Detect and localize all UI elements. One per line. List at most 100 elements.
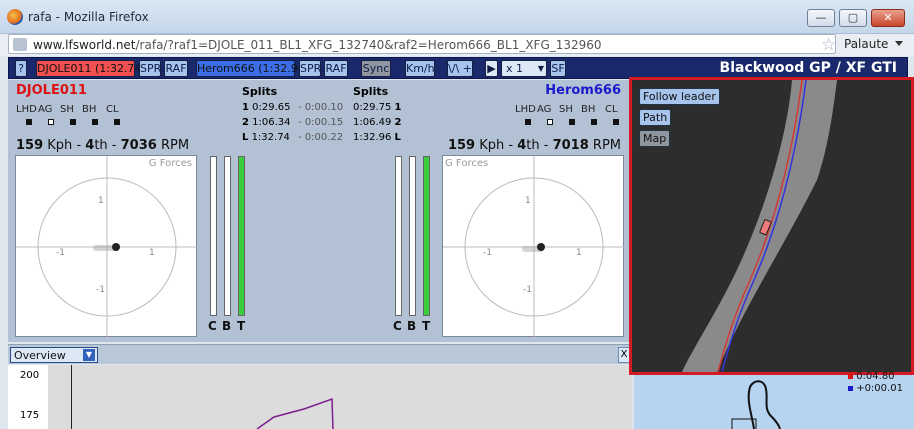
track-map-svg [682,80,837,372]
firefox-icon [7,9,23,25]
indicator-light [525,119,531,125]
playback-speed-value: x 1 [506,62,524,75]
window-titlebar: rafa - Mozilla Firefox — ▢ ✕ [0,0,914,34]
overview-select-value: Overview [14,349,66,362]
driver2-gforce-plot: G Forces 1 -1 -1 1 [442,155,625,338]
bar-label: B [222,319,232,333]
legend-driver1: 0:04.80 [848,371,895,382]
indicator-label: BH [581,104,596,115]
navigation-bar: www.lfsworld.net/rafa/?raf1=DJOLE_011_BL… [0,34,914,56]
split-row-1: 0:29.75 1 [353,102,402,113]
play-icon[interactable]: ▶ [485,60,498,77]
legend-swatch [848,374,853,379]
indicator-label: LHD [16,104,37,115]
indicator-label: SH [559,104,573,115]
driver2-speed-readout: 159 Kph - 4th - 7018 RPM [447,138,621,153]
split-delta: - 0:00.15 [298,117,344,128]
split-delta: - 0:00.22 [298,132,344,143]
indicator-light [547,119,553,125]
legend-value: +0:00.01 [856,383,903,394]
indicator-light [92,119,98,125]
url-bar[interactable]: www.lfsworld.net/rafa/?raf1=DJOLE_011_BL… [8,34,836,55]
sf-button[interactable]: SF [550,60,566,77]
split-row-lap: 1:32.96 L [353,132,401,143]
mini-track-outline [747,380,781,429]
bar-label: C [208,319,217,333]
indicator-label: SH [60,104,74,115]
gforce-tick: -1 [523,285,532,295]
follow-leader-button[interactable]: Follow leader [639,88,720,105]
indicator-label: BH [82,104,97,115]
indicator-light [569,119,575,125]
driver1-throttle-bar [238,156,245,316]
gforce-tick: -1 [483,248,492,258]
legend-value: 0:04.80 [856,371,895,382]
driver2-clutch-bar [395,156,402,316]
driver1-splits-header: Splits [242,85,278,98]
driver1-gforce-plot: G Forces 1 -1 -1 1 [15,155,198,338]
indicator-light [114,119,120,125]
site-identity-icon[interactable] [13,38,27,51]
driver2-splits-header: Splits [353,85,389,98]
playback-speed-select[interactable]: x 1 ▼ [501,60,547,77]
split-row-2: 2 1:06.34 [242,117,291,128]
bar-fill [239,157,244,315]
driver1-speed-readout: 159 Kph - 4th - 7036 RPM [16,138,190,153]
url-text: www.lfsworld.net/rafa/?raf1=DJOLE_011_BL… [33,38,602,52]
gforce-tick: 1 [98,196,104,206]
driver1-raf-button[interactable]: RAF [164,60,188,77]
driver2-throttle-bar [423,156,430,316]
map-button[interactable]: Map [639,130,671,147]
close-button[interactable]: ✕ [871,9,905,27]
bookmark-star-icon[interactable]: ☆ [821,35,836,55]
gforce-tick: -1 [56,248,65,258]
chart-svg [256,397,334,429]
track-map-panel[interactable]: Follow leader Path Map [629,77,914,375]
driver1-spr-button[interactable]: SPR [139,60,161,77]
gforce-tick: 1 [525,196,531,206]
gforce-svg [443,156,625,338]
url-host: www.lfsworld.net [33,38,136,52]
overview-select[interactable]: Overview ▼ [10,347,98,363]
chevron-down-icon: ▼ [537,64,544,73]
view-button[interactable]: \/\ + [447,60,473,77]
chart-series-line [256,397,334,429]
units-button[interactable]: Km/h [405,60,435,77]
url-path: /rafa/?raf1=DJOLE_011_BL1_XFG_132740&raf… [135,38,602,52]
sync-button[interactable]: Sync [361,60,391,77]
indicator-label: CL [106,104,119,115]
indicator-light [613,119,619,125]
track-surface [682,80,837,372]
gforce-tick: 1 [576,248,582,258]
path-button[interactable]: Path [639,109,672,126]
maximize-button[interactable]: ▢ [839,9,867,27]
feedback-menu[interactable]: Palaute [844,37,888,51]
window-title: rafa - Mozilla Firefox [28,10,149,24]
driver2-raf-button[interactable]: RAF [324,60,348,77]
legend-driver2: +0:00.01 [848,383,903,394]
indicator-label: CL [605,104,618,115]
gforce-dot [112,243,120,251]
indicator-light [48,119,54,125]
driver1-clutch-bar [210,156,217,316]
driver1-name: DJOLE011 [16,83,87,98]
driver2-spr-button[interactable]: SPR [299,60,321,77]
help-button[interactable]: ? [15,60,27,77]
chevron-down-icon[interactable]: ▼ [83,349,95,361]
driver2-select-button[interactable]: Herom666 (1:32.96) [196,60,309,77]
driver2-brake-bar [409,156,416,316]
overview-bar: Overview ▼ X [8,344,632,364]
minimize-button[interactable]: — [807,9,835,27]
indicator-light [591,119,597,125]
split-delta: - 0:00.10 [298,102,344,113]
gforce-tick: 1 [149,248,155,258]
driver1-brake-bar [224,156,231,316]
legend-swatch [848,386,853,391]
chevron-down-icon[interactable] [895,41,903,46]
driver1-select-button[interactable]: DJOLE011 (1:32.74) [36,60,146,77]
bar-fill [424,157,429,315]
indicator-light [70,119,76,125]
gforce-svg [16,156,198,338]
telemetry-chart: 200 175 [8,365,632,429]
bar-label: C [393,319,402,333]
